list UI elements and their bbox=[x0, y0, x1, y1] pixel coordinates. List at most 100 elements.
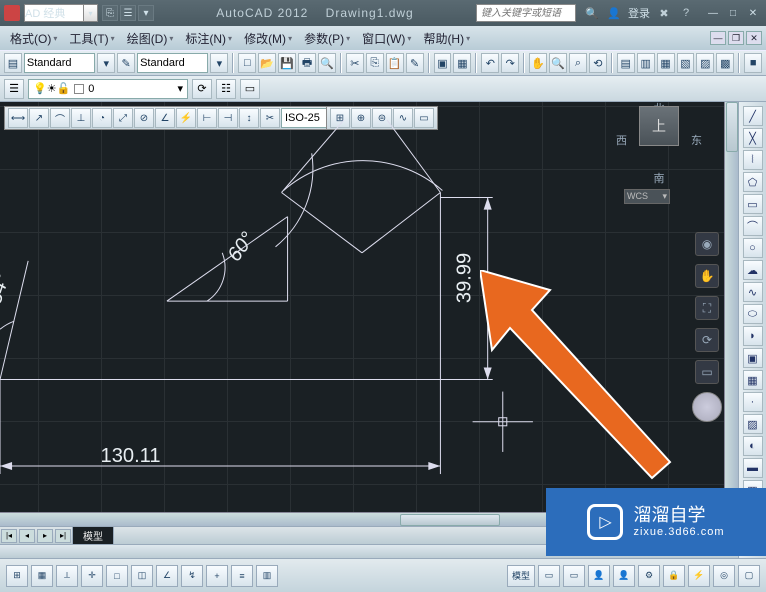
isolate-objects-icon[interactable]: ◎ bbox=[713, 565, 735, 587]
redo-icon[interactable]: ↷ bbox=[501, 53, 519, 73]
transparency-icon[interactable]: ▥ bbox=[256, 565, 278, 587]
toolbar-lock-icon[interactable]: 🔒 bbox=[663, 565, 685, 587]
workspace-selector[interactable]: AD 经典 bbox=[24, 4, 84, 22]
menu-format[interactable]: 格式(O) bbox=[4, 28, 63, 49]
layer-manager-icon[interactable]: ☰ bbox=[4, 79, 24, 99]
copy-icon[interactable]: ⎘ bbox=[366, 53, 384, 73]
spline-icon[interactable]: ∿ bbox=[743, 282, 763, 302]
make-block-icon[interactable]: ▦ bbox=[743, 370, 763, 390]
qat-dropdown[interactable]: ▾ bbox=[138, 5, 154, 21]
maximize-button[interactable]: □ bbox=[724, 5, 742, 21]
arc-icon[interactable]: ⌒ bbox=[743, 216, 763, 236]
tab-model[interactable]: 模型 bbox=[72, 526, 114, 545]
match-icon[interactable]: ✎ bbox=[406, 53, 424, 73]
polar-tracking-icon[interactable]: ✛ bbox=[81, 565, 103, 587]
grid-display-icon[interactable]: ▦ bbox=[31, 565, 53, 587]
sheetset-icon[interactable]: ▧ bbox=[677, 53, 695, 73]
zoom-icon[interactable]: 🔍 bbox=[549, 53, 567, 73]
toolbar-button[interactable]: ▤ bbox=[4, 53, 22, 73]
cut-icon[interactable]: ✂ bbox=[346, 53, 364, 73]
circle-icon[interactable]: ○ bbox=[743, 238, 763, 258]
workspace-dropdown-arrow[interactable]: ▾ bbox=[84, 4, 98, 22]
block-icon[interactable]: ▦ bbox=[453, 53, 471, 73]
qat-button[interactable]: ⎘ bbox=[102, 5, 118, 21]
vertical-scrollbar[interactable] bbox=[724, 102, 738, 512]
hardware-accel-icon[interactable]: ⚡ bbox=[688, 565, 710, 587]
lineweight-icon[interactable]: ≡ bbox=[231, 565, 253, 587]
tab-nav-prev[interactable]: ◂ bbox=[19, 529, 35, 543]
quick-view-layouts-icon[interactable]: ▭ bbox=[538, 565, 560, 587]
showmotion-icon[interactable]: ▭ bbox=[695, 360, 719, 384]
object-snap-icon[interactable]: □ bbox=[106, 565, 128, 587]
save-icon[interactable]: 💾 bbox=[278, 53, 296, 73]
model-space-button[interactable]: 模型 bbox=[507, 565, 535, 587]
doc-close[interactable]: ✕ bbox=[746, 31, 762, 45]
polygon-icon[interactable]: ⬠ bbox=[743, 172, 763, 192]
point-icon[interactable]: · bbox=[743, 392, 763, 412]
zoom-extents-icon[interactable]: ⛶ bbox=[695, 296, 719, 320]
polyline-icon[interactable]: ⦚ bbox=[743, 150, 763, 170]
menu-parametric[interactable]: 参数(P) bbox=[298, 28, 356, 49]
dynamic-input-icon[interactable]: + bbox=[206, 565, 228, 587]
open-icon[interactable]: 📂 bbox=[258, 53, 276, 73]
viewcube-top-face[interactable]: 上 bbox=[639, 106, 679, 146]
search-icon[interactable]: 🔍 bbox=[584, 5, 600, 21]
voice-icon[interactable] bbox=[692, 392, 722, 422]
toolpalette-icon[interactable]: ▦ bbox=[657, 53, 675, 73]
tab-nav-first[interactable]: |◂ bbox=[1, 529, 17, 543]
signin-icon[interactable]: 👤 bbox=[606, 5, 622, 21]
toolbar-button[interactable]: ✎ bbox=[117, 53, 135, 73]
pan-icon[interactable]: ✋ bbox=[695, 264, 719, 288]
annotation-visibility-icon[interactable]: 👤 bbox=[613, 565, 635, 587]
dim-style-combo[interactable]: Standard bbox=[137, 53, 208, 73]
signin-label[interactable]: 登录 bbox=[628, 5, 650, 21]
menu-tools[interactable]: 工具(T) bbox=[63, 28, 120, 49]
revision-cloud-icon[interactable]: ☁ bbox=[743, 260, 763, 280]
wcs-selector[interactable]: WCS▾ bbox=[624, 189, 670, 204]
calc-icon[interactable]: ▩ bbox=[716, 53, 734, 73]
layer-combo[interactable]: 💡 ☀ 🔓 0 ▾ bbox=[28, 79, 188, 99]
zoom-window-icon[interactable]: ⌕ bbox=[569, 53, 587, 73]
minimize-button[interactable]: — bbox=[704, 5, 722, 21]
annotation-scale-icon[interactable]: 👤 bbox=[588, 565, 610, 587]
object-snap-tracking-icon[interactable]: ∠ bbox=[156, 565, 178, 587]
clean-screen-icon[interactable]: ▢ bbox=[738, 565, 760, 587]
text-style-combo[interactable]: Standard bbox=[24, 53, 95, 73]
tab-nav-next[interactable]: ▸ bbox=[37, 529, 53, 543]
block-icon[interactable]: ▣ bbox=[434, 53, 452, 73]
view-cube[interactable]: 北 西 东 上 南 WCS▾ bbox=[614, 104, 704, 204]
doc-minimize[interactable]: — bbox=[710, 31, 726, 45]
print-icon[interactable]: 🖶 bbox=[298, 53, 316, 73]
layer-state-icon[interactable]: ⟳ bbox=[192, 79, 212, 99]
3d-osnap-icon[interactable]: ◫ bbox=[131, 565, 153, 587]
exchange-icon[interactable]: ✖ bbox=[656, 5, 672, 21]
toolbar-button[interactable]: ■ bbox=[744, 53, 762, 73]
undo-icon[interactable]: ↶ bbox=[481, 53, 499, 73]
designcenter-icon[interactable]: ▥ bbox=[637, 53, 655, 73]
gradient-icon[interactable]: ◐ bbox=[743, 436, 763, 456]
doc-restore[interactable]: ❐ bbox=[728, 31, 744, 45]
help-search-input[interactable] bbox=[476, 4, 576, 22]
scroll-thumb[interactable] bbox=[726, 102, 738, 152]
viewcube-south[interactable]: 南 bbox=[614, 170, 704, 186]
viewcube-west[interactable]: 西 bbox=[616, 132, 627, 148]
hatch-icon[interactable]: ▨ bbox=[743, 414, 763, 434]
menu-draw[interactable]: 绘图(D) bbox=[121, 28, 180, 49]
tab-nav-last[interactable]: ▸| bbox=[55, 529, 71, 543]
layer-prev-icon[interactable]: ☷ bbox=[216, 79, 236, 99]
markup-icon[interactable]: ▨ bbox=[696, 53, 714, 73]
layer-match-icon[interactable]: ▭ bbox=[240, 79, 260, 99]
zoom-prev-icon[interactable]: ⟲ bbox=[589, 53, 607, 73]
dynamic-ucs-icon[interactable]: ↯ bbox=[181, 565, 203, 587]
rectangle-icon[interactable]: ▭ bbox=[743, 194, 763, 214]
scroll-thumb[interactable] bbox=[400, 514, 500, 526]
menu-window[interactable]: 窗口(W) bbox=[356, 28, 417, 49]
dropdown-icon[interactable]: ▾ bbox=[97, 53, 115, 73]
quick-view-drawings-icon[interactable]: ▭ bbox=[563, 565, 585, 587]
orbit-icon[interactable]: ⟳ bbox=[695, 328, 719, 352]
help-icon[interactable]: ? bbox=[678, 5, 694, 21]
close-button[interactable]: ✕ bbox=[744, 5, 762, 21]
line-icon[interactable]: ╱ bbox=[743, 106, 763, 126]
preview-icon[interactable]: 🔍 bbox=[318, 53, 336, 73]
snap-mode-icon[interactable]: ⊞ bbox=[6, 565, 28, 587]
